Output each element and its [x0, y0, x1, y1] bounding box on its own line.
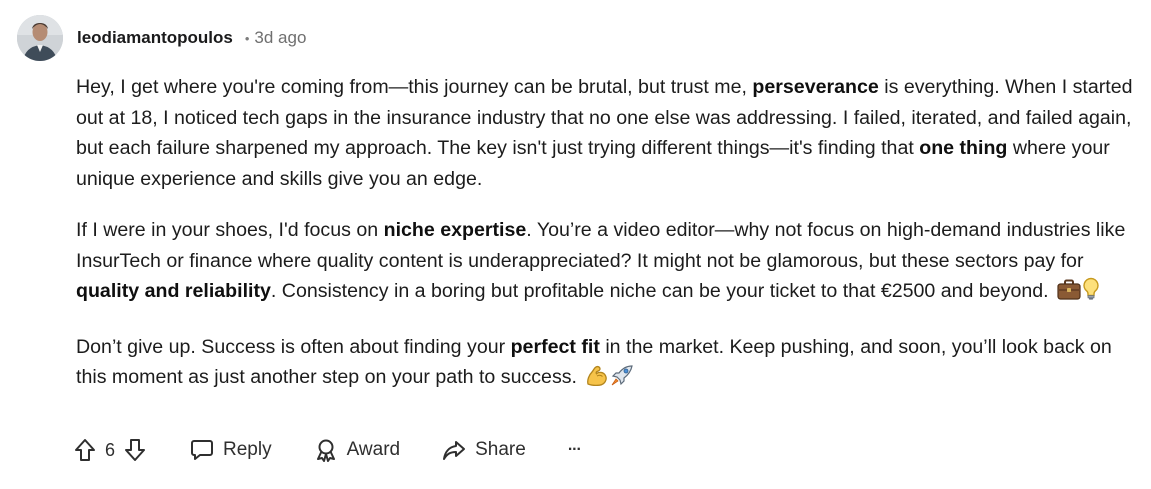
rocket-emoji — [610, 365, 634, 397]
award-button[interactable]: Award — [314, 438, 401, 462]
comment-body: Hey, I get where you're coming from—this… — [76, 72, 1142, 418]
flexed-biceps-emoji — [585, 365, 609, 397]
share-label: Share — [475, 439, 526, 460]
share-arrow-icon — [443, 441, 466, 460]
downvote-arrow-icon — [125, 439, 146, 461]
more-options-button[interactable]: ··· — [567, 441, 582, 459]
speech-bubble-icon — [191, 440, 214, 460]
comment-paragraph-1: Hey, I get where you're coming from—this… — [76, 72, 1142, 194]
bold-text: one thing — [919, 137, 1008, 159]
bold-text: niche expertise — [383, 219, 527, 241]
timestamp: 3d ago — [254, 28, 307, 47]
comment-header: leodiamantopoulos • 3d ago — [17, 13, 306, 63]
upvote-arrow-icon — [75, 439, 95, 461]
avatar-image — [17, 15, 63, 61]
avatar[interactable] — [17, 15, 63, 61]
share-button[interactable]: Share — [442, 438, 526, 462]
award-label: Award — [346, 439, 401, 460]
reply-label: Reply — [223, 439, 272, 460]
text-run: Don’t give up. Success is often about fi… — [76, 335, 511, 358]
downvote-button[interactable] — [124, 438, 146, 462]
lightbulb-emoji — [1082, 277, 1100, 311]
more-options-icon: ··· — [567, 441, 582, 458]
bold-text: perseverance — [752, 76, 879, 98]
text-run: . Consistency in a boring but profitable… — [270, 280, 1049, 302]
comment-action-bar: 6 Reply Award Share ··· — [74, 432, 582, 468]
comment-paragraph-3: Don’t give up. Success is often about fi… — [76, 332, 1142, 397]
author-username[interactable]: leodiamantopoulos — [77, 28, 233, 48]
award-ribbon-icon — [316, 439, 335, 462]
text-run: If I were in your shoes, I'd focus on — [76, 219, 384, 241]
bold-text: quality and reliability — [76, 280, 271, 302]
upvote-button[interactable] — [74, 438, 96, 462]
vote-count: 6 — [105, 439, 116, 460]
bold-text: perfect fit — [510, 335, 600, 358]
briefcase-emoji — [1057, 279, 1081, 311]
separator-dot: • — [244, 30, 250, 46]
text-run: Hey, I get where you're coming from—this… — [76, 76, 753, 98]
reply-button[interactable]: Reply — [190, 438, 272, 462]
comment-paragraph-2: If I were in your shoes, I'd focus on ni… — [76, 215, 1142, 311]
